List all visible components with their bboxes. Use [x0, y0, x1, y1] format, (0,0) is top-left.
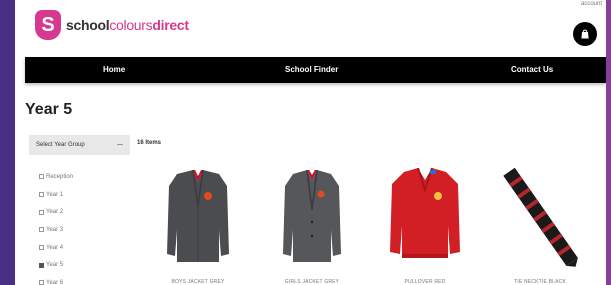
year-filter-label: Reception — [46, 173, 74, 180]
product-image[interactable] — [485, 166, 595, 274]
year-filter-option[interactable]: Year 2 — [39, 203, 73, 221]
logo-badge-icon: S — [35, 10, 61, 40]
product-name[interactable]: PULLOVER RED — [370, 279, 480, 285]
logo-word-colours: colours — [109, 17, 153, 33]
basket-icon — [581, 29, 589, 39]
nav-school-finder[interactable]: School Finder — [285, 65, 338, 74]
year-filter-label: Year 1 — [46, 191, 64, 198]
year-filter-checkbox[interactable] — [39, 209, 44, 215]
year-filter-label: Year 3 — [46, 226, 64, 233]
year-filter-label: Year 4 — [46, 244, 64, 251]
basket-button[interactable] — [573, 22, 597, 46]
web-page: account S schoolcoloursdirect Home Schoo… — [15, 0, 606, 285]
product-name[interactable]: GIRLS JACKET GREY — [257, 279, 367, 285]
left-window-border — [0, 0, 15, 285]
nav-contact-us[interactable]: Contact Us — [511, 65, 553, 74]
year-filter-label: Year 5 — [46, 262, 64, 269]
product-name[interactable]: BOYS JACKET GREY — [143, 279, 253, 285]
item-count: 16 Items — [137, 140, 162, 146]
year-filter-option[interactable]: Year 4 — [39, 239, 73, 257]
year-filter-option[interactable]: Year 6 — [39, 274, 73, 285]
product-name[interactable]: TIE NECKTIE BLACK — [485, 279, 595, 285]
year-filter-list: Reception Year 1 Year 2 Year 3 Year 4 Year 5 Y… — [39, 168, 73, 285]
page-title: Year 5 — [25, 101, 73, 118]
year-group-select[interactable]: Select Year Group — — [29, 135, 130, 155]
year-filter-checkbox[interactable] — [39, 245, 44, 251]
product-card[interactable]: BOYS JACKET GREY — [143, 166, 253, 285]
year-filter-checkbox[interactable] — [39, 280, 44, 285]
chevron-down-icon: — — [117, 142, 123, 148]
product-card[interactable]: GIRLS JACKET GREY — [257, 166, 367, 285]
logo-wordmark: schoolcoloursdirect — [66, 17, 189, 33]
right-window-border — [606, 0, 611, 285]
year-filter-checkbox[interactable] — [39, 227, 44, 233]
year-filter-checkbox[interactable] — [39, 262, 44, 268]
logo-word-direct: direct — [152, 17, 189, 33]
account-link[interactable]: account — [581, 1, 602, 7]
year-filter-option[interactable]: Year 5 — [39, 256, 73, 274]
product-image[interactable] — [143, 166, 253, 274]
site-logo[interactable]: S schoolcoloursdirect — [35, 10, 189, 40]
year-filter-label: Year 6 — [46, 279, 64, 285]
product-image[interactable] — [257, 166, 367, 274]
product-card[interactable]: PULLOVER RED — [370, 166, 480, 285]
year-filter-checkbox[interactable] — [39, 192, 44, 198]
year-filter-option[interactable]: Year 1 — [39, 186, 73, 204]
product-card[interactable]: TIE NECKTIE BLACK — [485, 166, 595, 285]
year-filter-label: Year 2 — [46, 209, 64, 216]
year-filter-option[interactable]: Year 3 — [39, 221, 73, 239]
logo-word-school: school — [66, 17, 110, 33]
main-nav-bar: Home School Finder Contact Us — [25, 57, 606, 83]
year-filter-checkbox[interactable] — [39, 174, 44, 180]
year-filter-option[interactable]: Reception — [39, 168, 73, 186]
nav-home[interactable]: Home — [103, 65, 125, 74]
year-group-select-label: Select Year Group — [36, 142, 85, 148]
product-image[interactable] — [370, 166, 480, 274]
